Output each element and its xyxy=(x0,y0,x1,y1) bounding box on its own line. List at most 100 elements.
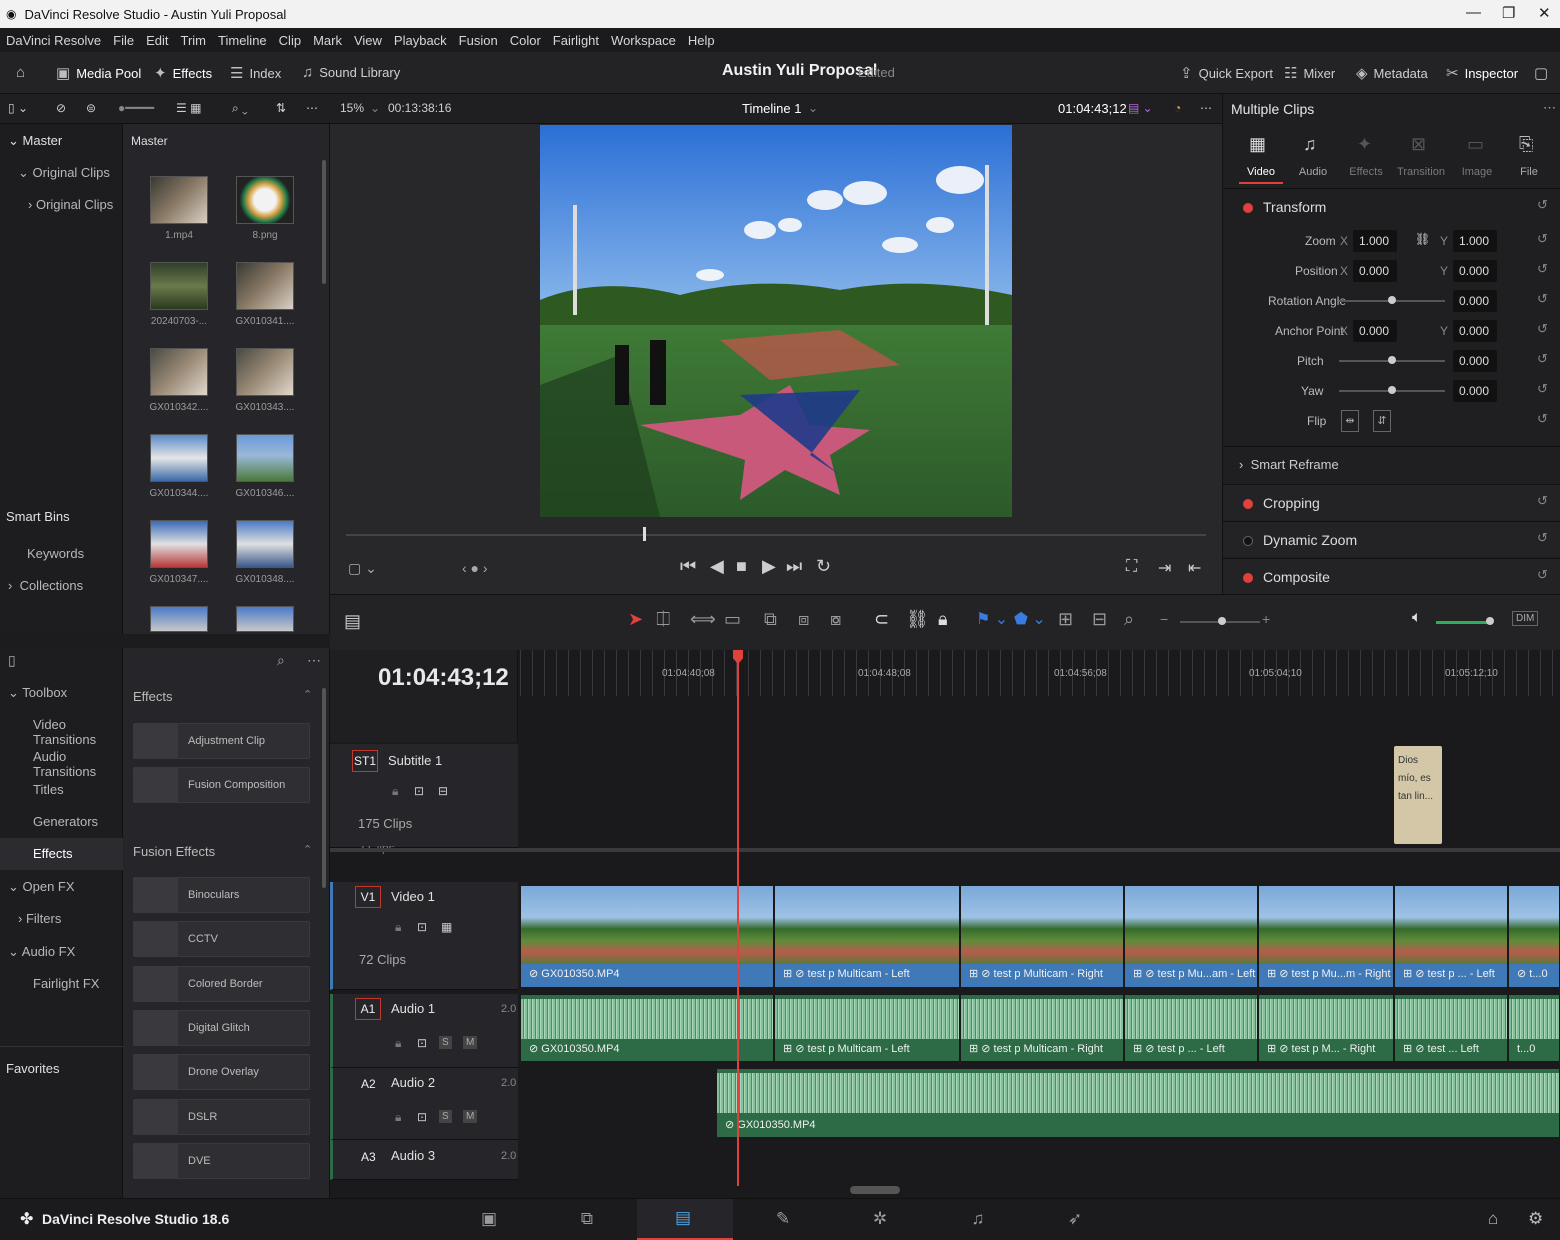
flip-horizontal-icon[interactable]: ⇹ xyxy=(1341,410,1359,432)
link-icon[interactable]: ⊘ xyxy=(56,101,66,115)
audio-fx-item[interactable]: ⌄ Audio FX xyxy=(8,944,75,960)
page-color-icon[interactable]: ✲ xyxy=(832,1209,928,1229)
effects-scrollbar[interactable] xyxy=(322,688,326,888)
timeline-zoom-knob[interactable] xyxy=(1218,617,1226,625)
playhead-scrubber[interactable] xyxy=(643,527,646,541)
search-icon[interactable]: ⌕ xyxy=(277,652,285,669)
restore-icon[interactable]: ❐ xyxy=(1502,4,1515,22)
effects-button[interactable]: ✦ Effects xyxy=(154,64,212,82)
bin-master[interactable]: ⌄ Master xyxy=(8,133,62,149)
reset-icon[interactable]: ↺ xyxy=(1537,291,1548,307)
yaw-field[interactable]: 0.000 xyxy=(1453,380,1497,402)
video-clip[interactable]: ⊞ ⊘ test p ... - Left xyxy=(1394,885,1508,988)
fx-digital-glitch[interactable]: Digital Glitch xyxy=(133,1010,310,1046)
clip-thumb[interactable] xyxy=(150,348,208,396)
more-options-icon[interactable]: ⋯ xyxy=(306,101,318,115)
play-icon[interactable]: ▶ xyxy=(762,556,776,577)
menu-fairlight[interactable]: Fairlight xyxy=(553,33,599,48)
reset-icon[interactable]: ↺ xyxy=(1537,411,1548,427)
audio-clip[interactable]: ⊞ ⊘ test ... Left xyxy=(1394,994,1508,1062)
fx-binoculars[interactable]: Binoculars xyxy=(133,877,310,913)
clip-thumb[interactable] xyxy=(236,434,294,482)
media-pool-button[interactable]: ▣ Media Pool xyxy=(56,64,141,82)
layout-icon[interactable]: ⌂ xyxy=(16,64,25,81)
search-icon[interactable]: ⌕ ⌄ xyxy=(232,101,248,116)
clip-thumb[interactable] xyxy=(236,176,294,224)
reset-icon[interactable]: ↺ xyxy=(1537,197,1548,213)
fx-dslr[interactable]: DSLR xyxy=(133,1099,310,1135)
link-zoom-icon[interactable]: ⛓ xyxy=(1415,232,1430,246)
menu-edit[interactable]: Edit xyxy=(146,33,168,48)
clip-thumb[interactable] xyxy=(150,520,208,568)
smart-bin-collections[interactable]: › Collections xyxy=(8,578,83,593)
more-options-icon[interactable]: ⋯ xyxy=(307,652,321,669)
dim-button[interactable]: DIM xyxy=(1512,611,1539,626)
fx-fusion-composition[interactable]: Fusion Composition xyxy=(133,767,310,803)
tab-file[interactable]: File xyxy=(1504,166,1554,178)
timeline-view-options-icon[interactable]: ▤ xyxy=(344,611,361,632)
overwrite-clip-icon[interactable]: ⧈ xyxy=(798,609,809,630)
tag-icon[interactable]: ⊜ xyxy=(86,101,96,115)
menu-fusion[interactable]: Fusion xyxy=(459,33,498,48)
clip-thumb[interactable] xyxy=(236,520,294,568)
bin-original-clips-1[interactable]: ⌄ Original Clips xyxy=(18,165,110,181)
zoom-y-field[interactable]: 1.000 xyxy=(1453,230,1497,252)
reset-icon[interactable]: ↺ xyxy=(1537,567,1548,583)
collapse-icon[interactable]: ⌃ xyxy=(303,843,312,856)
menu-mark[interactable]: Mark xyxy=(313,33,342,48)
auto-select-icon[interactable]: ⊡ xyxy=(414,784,424,798)
volume-knob[interactable] xyxy=(1486,617,1494,625)
menu-trim[interactable]: Trim xyxy=(181,33,207,48)
replace-clip-icon[interactable]: ⧇ xyxy=(830,609,841,630)
fx-colored-border[interactable]: Colored Border xyxy=(133,966,310,1002)
position-x-field[interactable]: 0.000 xyxy=(1353,260,1397,282)
view-mode-icon[interactable]: ☰ ▦ xyxy=(176,101,201,115)
bin-original-clips-2[interactable]: › Original Clips xyxy=(28,197,113,212)
playhead-line[interactable] xyxy=(737,662,739,1186)
thumb-size-slider[interactable]: ●━━━━ xyxy=(118,101,154,115)
insert-clip-icon[interactable]: ⧉ xyxy=(764,609,777,630)
zoom-chevron-icon[interactable]: ⌄ xyxy=(370,101,380,115)
menu-color[interactable]: Color xyxy=(510,33,541,48)
inspector-button[interactable]: ✂ Inspector xyxy=(1446,64,1518,82)
inspector-more-icon[interactable]: ⋯ xyxy=(1543,100,1556,116)
menu-help[interactable]: Help xyxy=(688,33,715,48)
prev-edit-icon[interactable]: ⇤ xyxy=(1188,558,1201,578)
video-clip[interactable]: ⊞ ⊘ test p Mu...am - Left xyxy=(1124,885,1258,988)
sidebar-toggle-icon[interactable]: ▯ ⌄ xyxy=(8,101,28,115)
clip-thumb[interactable] xyxy=(236,606,294,632)
position-y-field[interactable]: 0.000 xyxy=(1453,260,1497,282)
auto-select-icon[interactable]: ⊡ xyxy=(417,1036,427,1050)
collapse-icon[interactable]: ⌃ xyxy=(303,688,312,701)
detail-zoom-icon[interactable]: ⊟ xyxy=(1092,609,1107,630)
menu-playback[interactable]: Playback xyxy=(394,33,447,48)
tab-audio[interactable]: Audio xyxy=(1288,166,1338,178)
flag-icon[interactable]: ⚑ ⌄ xyxy=(976,609,1008,629)
solo-button[interactable]: S xyxy=(439,1110,452,1123)
tab-video[interactable]: Video xyxy=(1236,166,1286,178)
subtitle-icon[interactable]: ⊟ xyxy=(438,784,448,798)
dynamic-trim-icon[interactable]: ⟺ xyxy=(690,609,716,630)
jog-control-icon[interactable]: ‹ ● › xyxy=(462,560,488,576)
scrubber-bar[interactable] xyxy=(346,534,1206,536)
smart-bin-keywords[interactable]: Keywords xyxy=(27,546,84,561)
lock-icon[interactable]: 🔒︎ xyxy=(392,784,398,799)
clip-thumb[interactable] xyxy=(150,606,208,632)
fx-cctv[interactable]: CCTV xyxy=(133,921,310,957)
page-fairlight-icon[interactable]: ♫ xyxy=(930,1209,1026,1229)
fx-drone-overlay[interactable]: Drone Overlay xyxy=(133,1054,310,1090)
pitch-knob[interactable] xyxy=(1388,356,1396,364)
mute-button[interactable]: M xyxy=(463,1036,478,1049)
filters-item[interactable]: › Filters xyxy=(18,911,61,926)
sync-icon[interactable]: ◔ xyxy=(1174,101,1181,115)
clip-thumb[interactable] xyxy=(150,176,208,224)
sound-library-button[interactable]: ♫ Sound Library xyxy=(302,64,400,81)
panel-toggle-icon[interactable]: ▢ xyxy=(1534,64,1548,82)
clip-thumb[interactable] xyxy=(236,262,294,310)
zoom-x-field[interactable]: 1.000 xyxy=(1353,230,1397,252)
audio-clip[interactable]: ⊞ ⊘ test p Multicam - Right xyxy=(960,994,1124,1062)
clip-thumb[interactable] xyxy=(236,348,294,396)
fairlight-fx-item[interactable]: Fairlight FX xyxy=(33,976,99,991)
composite-section[interactable]: Composite ↺ xyxy=(1223,558,1560,594)
video-transitions-item[interactable]: Video Transitions xyxy=(33,717,122,747)
